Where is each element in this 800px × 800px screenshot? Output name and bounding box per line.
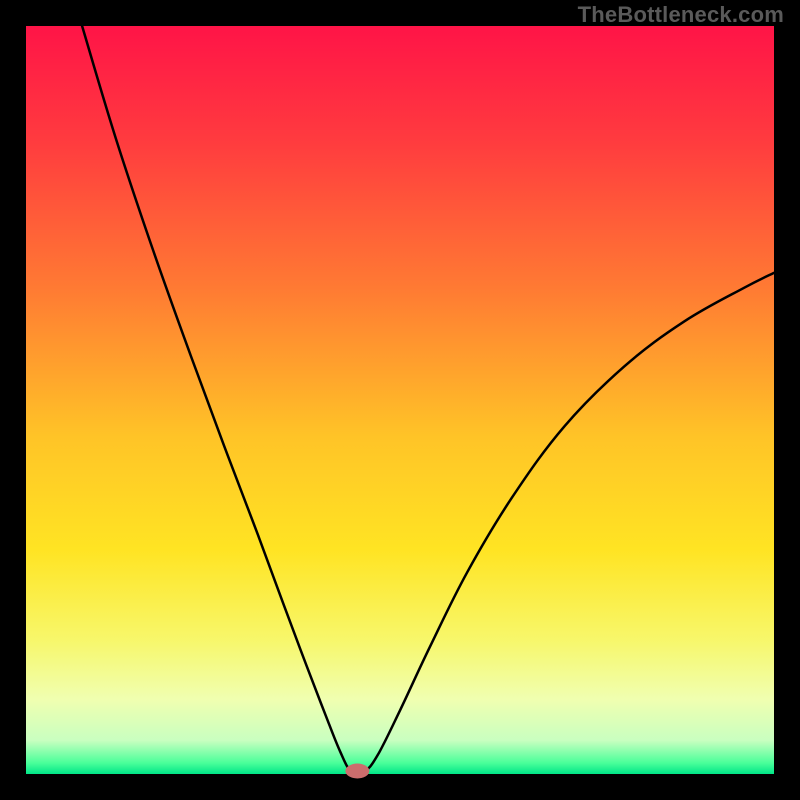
gradient-background [26, 26, 774, 774]
optimal-marker [345, 764, 369, 779]
watermark-text: TheBottleneck.com [578, 2, 784, 28]
bottleneck-chart [0, 0, 800, 800]
chart-frame: TheBottleneck.com [0, 0, 800, 800]
